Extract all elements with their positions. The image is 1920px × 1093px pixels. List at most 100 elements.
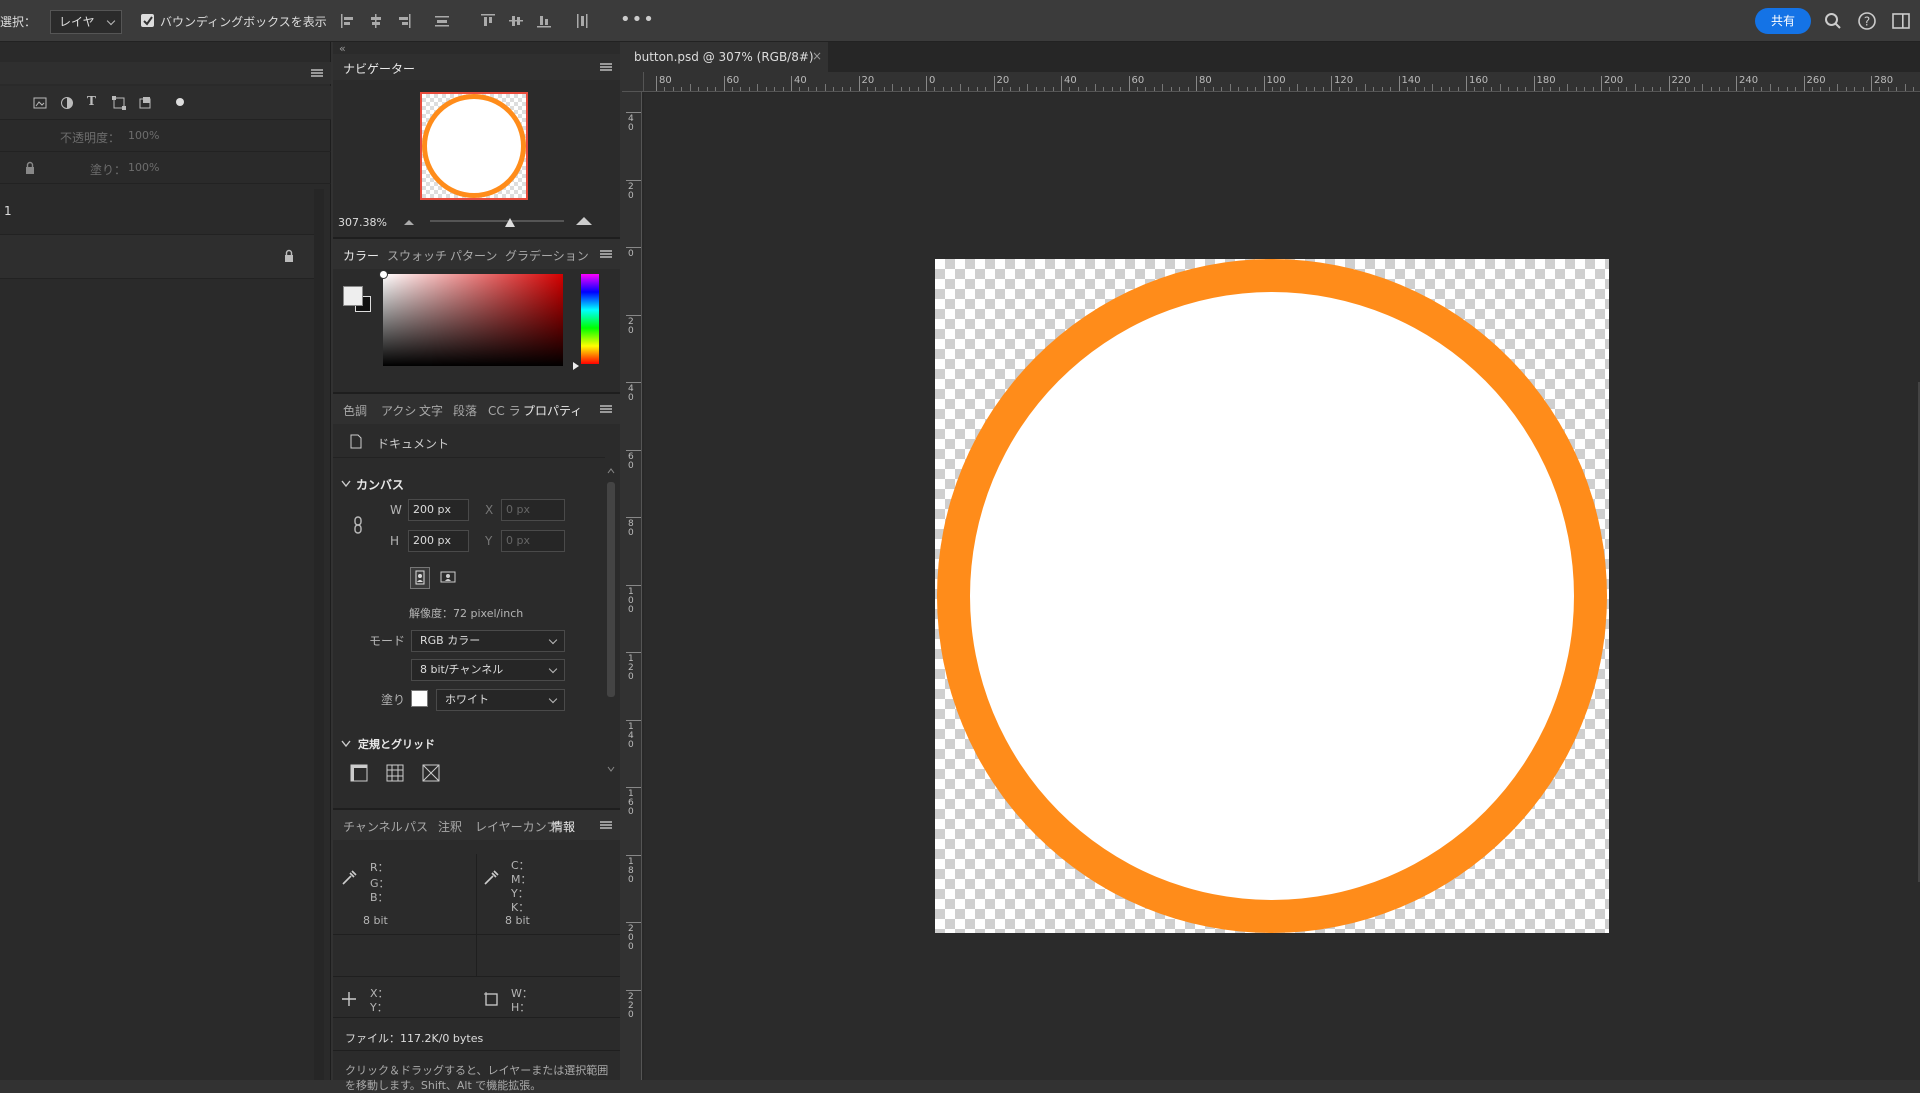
distribute-icon[interactable]: [434, 13, 450, 29]
x-input[interactable]: 0 px: [501, 499, 565, 521]
tab-character[interactable]: 文字: [419, 402, 443, 419]
scroll-up-icon[interactable]: [607, 468, 615, 474]
help-icon[interactable]: ?: [1857, 11, 1877, 31]
zoom-in-icon[interactable]: [575, 215, 593, 226]
bbox-checkbox[interactable]: [141, 14, 154, 27]
properties-scrollbar[interactable]: [607, 482, 615, 697]
bbox-label: バウンディングボックスを表示: [160, 15, 327, 29]
ruler-minor-tick: [782, 87, 784, 91]
horizontal-ruler[interactable]: 80 60 40 20 0 20 40 60 80 100 120 140 160 180 200 220 24…: [644, 72, 1920, 92]
color-field[interactable]: [379, 270, 563, 366]
tab-actions[interactable]: アクシ: [381, 402, 416, 419]
vertical-ruler[interactable]: 4 0 2 0 0 2 0 4 0 6 0 8 0 1 0 0 1 2 0 1 4 0 1 6 0 1…: [622, 92, 642, 1080]
hue-slider[interactable]: [581, 274, 599, 364]
tab-color[interactable]: カラー: [343, 247, 379, 264]
grid-icon[interactable]: [386, 764, 404, 782]
document-tab[interactable]: button.psd @ 307% (RGB/8#) ×: [622, 42, 828, 72]
ruler-tick: [656, 76, 657, 91]
opacity-value[interactable]: 100%: [128, 129, 159, 142]
color-picker-marker[interactable]: [379, 270, 388, 279]
tab-adjustments[interactable]: 色調: [343, 402, 367, 419]
tab-properties[interactable]: プロパティ: [523, 402, 582, 419]
landscape-button[interactable]: [438, 567, 458, 589]
canvas[interactable]: [935, 259, 1609, 933]
mode-select[interactable]: RGB カラー: [411, 630, 565, 652]
navigator-thumbnail[interactable]: [420, 92, 528, 200]
tab-paths[interactable]: パス: [404, 818, 428, 835]
more-options-icon[interactable]: •••: [620, 9, 655, 30]
filter-shape-icon[interactable]: [112, 96, 126, 110]
ruler-minor-tick: [1077, 87, 1079, 91]
workspace-icon[interactable]: [1892, 12, 1910, 30]
tab-cc-libraries[interactable]: CC ラ: [488, 402, 521, 419]
fill-color-swatch[interactable]: [411, 690, 428, 707]
zoom-out-icon[interactable]: [403, 218, 415, 226]
filter-adjust-icon[interactable]: [60, 96, 74, 110]
zoom-slider-track[interactable]: [430, 218, 564, 227]
properties-menu-icon[interactable]: [600, 405, 612, 413]
foreground-swatch-top[interactable]: [343, 286, 363, 306]
layers-menu-icon[interactable]: [311, 69, 323, 77]
align-top-icon[interactable]: [480, 13, 496, 29]
align-middle-icon[interactable]: [508, 13, 524, 29]
height-input[interactable]: 200 px: [408, 530, 469, 552]
tab-patterns[interactable]: パターン: [450, 247, 497, 264]
tab-navigator[interactable]: ナビゲーター: [343, 60, 415, 77]
link-icon[interactable]: [353, 515, 363, 535]
ruler-minor-tick: [1212, 87, 1214, 91]
background-lock-icon: [285, 249, 293, 262]
tab-notes[interactable]: 注釈: [438, 818, 462, 835]
align-center-h-icon[interactable]: [368, 13, 384, 29]
y-input[interactable]: 0 px: [501, 530, 565, 552]
share-button[interactable]: 共有: [1755, 8, 1811, 34]
filter-text-icon[interactable]: T: [87, 94, 96, 108]
zoom-slider-thumb[interactable]: [505, 218, 516, 227]
ruler-minor-tick: [1786, 87, 1788, 91]
scroll-down-icon[interactable]: [607, 766, 615, 772]
width-input[interactable]: 200 px: [408, 499, 469, 521]
tab-channels[interactable]: チャンネル: [343, 818, 403, 835]
layers-scrollbar[interactable]: [314, 189, 324, 1080]
ruler-minor-tick: [1626, 87, 1628, 91]
selection-size-icon: [484, 992, 498, 1006]
fill-value[interactable]: 100%: [128, 161, 159, 174]
bit-depth-select[interactable]: 8 bit/チャンネル: [411, 659, 565, 681]
ruler-minor-tick: [1373, 87, 1375, 91]
tab-layer-comps[interactable]: レイヤーカンプ: [475, 818, 558, 835]
tab-swatches[interactable]: スウォッチ: [387, 247, 447, 264]
ruler-corner[interactable]: [622, 72, 644, 92]
zoom-value[interactable]: 307.38%: [338, 216, 387, 229]
filter-smartobject-icon[interactable]: [138, 96, 152, 110]
tab-info[interactable]: 情報: [551, 818, 575, 835]
chevron-down-icon[interactable]: [341, 740, 351, 748]
search-icon[interactable]: [1824, 12, 1842, 30]
rulers-icon[interactable]: [350, 764, 368, 782]
hue-marker[interactable]: [573, 362, 579, 370]
align-left-icon[interactable]: [340, 13, 356, 29]
info-menu-icon[interactable]: [600, 821, 612, 829]
lock-icon[interactable]: [24, 161, 36, 175]
filter-pixel-icon[interactable]: [33, 96, 47, 110]
close-tab-icon[interactable]: ×: [812, 49, 822, 63]
rulers-section-title[interactable]: 定規とグリッド: [358, 736, 435, 752]
tab-gradients[interactable]: グラデーション: [505, 247, 589, 264]
ruler-minor-tick: [1769, 84, 1771, 91]
chevron-down-icon[interactable]: [341, 480, 351, 488]
align-bottom-icon[interactable]: [536, 13, 552, 29]
layer-row[interactable]: 1: [0, 192, 314, 234]
navigator-menu-icon[interactable]: [600, 63, 612, 71]
portrait-button[interactable]: [410, 567, 430, 589]
select-dropdown[interactable]: レイヤー: [50, 10, 122, 51]
canvas-section-title[interactable]: カンバス: [356, 476, 404, 493]
guides-icon[interactable]: [422, 764, 440, 782]
background-layer-row[interactable]: [0, 234, 314, 279]
navigator-tabs: ナビゲーター: [333, 54, 620, 80]
color-menu-icon[interactable]: [600, 250, 612, 258]
orange-circle-button[interactable]: [937, 259, 1607, 933]
filter-toggle-icon[interactable]: [176, 98, 184, 106]
fill-select[interactable]: ホワイト: [436, 689, 565, 711]
align-right-icon[interactable]: [396, 13, 412, 29]
tab-paragraph[interactable]: 段落: [453, 402, 477, 419]
distribute-v-icon[interactable]: [574, 13, 590, 29]
ruler-minor-tick: [1778, 87, 1780, 91]
